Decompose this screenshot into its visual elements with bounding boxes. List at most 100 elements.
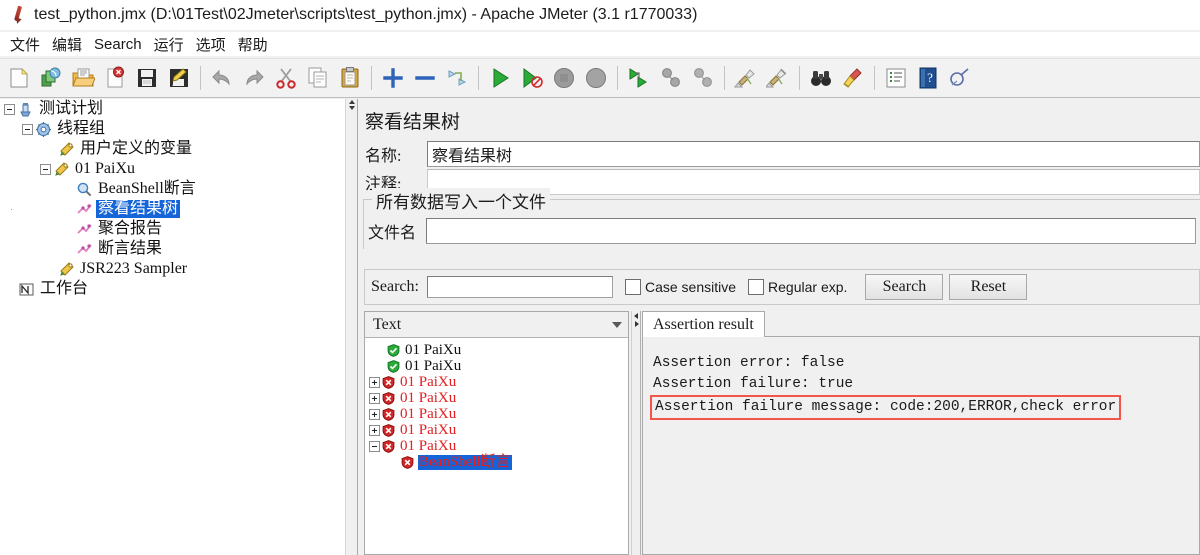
result-item[interactable]: 01 PaiXu xyxy=(369,438,628,454)
clear-icon[interactable] xyxy=(731,63,761,93)
test-plan-icon xyxy=(17,101,34,118)
tree-node-user-defined-variables[interactable]: 用户定义的变量 xyxy=(0,139,345,159)
redo-icon[interactable] xyxy=(239,63,269,93)
toolbar-separator xyxy=(617,66,618,90)
result-item[interactable]: 01 PaiXu xyxy=(369,342,628,358)
menu-help[interactable]: 帮助 xyxy=(232,32,274,57)
search-button[interactable]: Search xyxy=(865,274,944,300)
result-item-label: BeanShell断言 xyxy=(418,453,512,470)
save-as-icon[interactable] xyxy=(164,63,194,93)
case-sensitive-checkbox-wrap[interactable]: Case sensitive xyxy=(624,279,736,295)
tree-toggle-collapse-icon[interactable] xyxy=(40,163,51,175)
result-item-label: 01 PaiXu xyxy=(400,373,457,390)
result-item[interactable]: 01 PaiXu xyxy=(369,406,628,422)
copy-icon[interactable] xyxy=(303,63,333,93)
remote-stop-all-icon[interactable] xyxy=(656,63,686,93)
function-helper-icon[interactable] xyxy=(881,63,911,93)
name-input[interactable] xyxy=(427,141,1200,167)
tree-node-thread-group[interactable]: 线程组 xyxy=(0,119,345,139)
results-tree-panel[interactable]: Text 01 PaiXu 01 PaiXu 01 PaiXu 01 PaiXu… xyxy=(364,311,629,555)
results-splitter[interactable] xyxy=(631,311,641,555)
search-icon[interactable] xyxy=(806,63,836,93)
splitter-collapse-right-icon[interactable] xyxy=(635,321,639,327)
splitter-expand-left-icon[interactable] xyxy=(349,100,355,104)
menu-edit[interactable]: 编辑 xyxy=(46,32,88,57)
cut-icon[interactable] xyxy=(271,63,301,93)
assertion-line: Assertion failure: true xyxy=(653,376,854,392)
menu-file[interactable]: 文件 xyxy=(4,32,46,57)
search-reset-icon[interactable] xyxy=(838,63,868,93)
toolbar-separator xyxy=(478,66,479,90)
chevron-down-icon[interactable] xyxy=(612,321,622,328)
listener-icon xyxy=(76,201,93,218)
result-item[interactable]: BeanShell断言 xyxy=(369,454,628,470)
shutdown-icon[interactable] xyxy=(581,63,611,93)
tree-node-label: BeanShell断言 xyxy=(98,180,196,197)
tree-toggle-expand-icon[interactable] xyxy=(369,408,380,420)
help-icon[interactable]: ? xyxy=(913,63,943,93)
sampler-icon xyxy=(58,261,75,278)
close-icon[interactable] xyxy=(100,63,130,93)
toolbar: ? xyxy=(0,58,1200,98)
regular-exp-checkbox-wrap[interactable]: Regular exp. xyxy=(748,279,847,295)
tree-toggle-expand-icon[interactable] xyxy=(369,392,380,404)
tree-node-jsr223-sampler[interactable]: JSR223 Sampler xyxy=(0,259,345,279)
expand-all-icon[interactable] xyxy=(378,63,408,93)
tree-node-beanshell-assertion[interactable]: BeanShell断言 xyxy=(0,179,345,199)
undo-icon[interactable] xyxy=(207,63,237,93)
remote-shutdown-all-icon[interactable] xyxy=(688,63,718,93)
start-icon[interactable] xyxy=(485,63,515,93)
tree-node-workbench[interactable]: 工作台 xyxy=(0,279,345,299)
open-icon[interactable] xyxy=(68,63,98,93)
listener-icon xyxy=(76,241,93,258)
results-tree[interactable]: 01 PaiXu 01 PaiXu 01 PaiXu 01 PaiXu 01 P… xyxy=(365,338,628,554)
result-item[interactable]: 01 PaiXu xyxy=(369,422,628,438)
test-plan-tree[interactable]: 测试计划 线程组 用户定义的变量 01 PaiXu BeanShell断言 察看… xyxy=(0,99,345,555)
tree-toggle-collapse-icon[interactable] xyxy=(4,103,15,115)
reset-button[interactable]: Reset xyxy=(949,274,1028,300)
new-icon[interactable] xyxy=(4,63,34,93)
collapse-all-icon[interactable] xyxy=(410,63,440,93)
toggle-icon[interactable] xyxy=(442,63,472,93)
tree-toggle-collapse-icon[interactable] xyxy=(22,123,33,135)
save-icon[interactable] xyxy=(132,63,162,93)
result-item[interactable]: 01 PaiXu xyxy=(369,374,628,390)
sampler-icon xyxy=(53,161,70,178)
menu-run[interactable]: 运行 xyxy=(148,32,190,57)
tree-node-assertion-results[interactable]: 断言结果 xyxy=(0,239,345,259)
log-viewer-icon[interactable] xyxy=(945,63,975,93)
tree-toggle-collapse-icon[interactable] xyxy=(369,440,380,452)
regular-exp-label: Regular exp. xyxy=(768,279,848,295)
renderer-selected-value: Text xyxy=(373,315,402,333)
assertion-result-body: Assertion error: false Assertion failure… xyxy=(642,337,1200,555)
splitter-expand-right-icon[interactable] xyxy=(349,106,355,110)
splitter-collapse-left-icon[interactable] xyxy=(634,313,638,319)
tree-toggle-expand-icon[interactable] xyxy=(369,424,380,436)
result-item[interactable]: 01 PaiXu xyxy=(369,390,628,406)
stop-icon[interactable] xyxy=(549,63,579,93)
remote-start-all-icon[interactable] xyxy=(624,63,654,93)
tree-toggle-expand-icon[interactable] xyxy=(369,376,380,388)
toolbar-separator xyxy=(371,66,372,90)
regular-exp-checkbox[interactable] xyxy=(748,279,765,295)
search-bar: Search: Case sensitive Regular exp. Sear… xyxy=(364,269,1200,305)
case-sensitive-checkbox[interactable] xyxy=(624,279,641,295)
search-input[interactable] xyxy=(426,276,613,298)
toolbar-separator xyxy=(200,66,201,90)
start-no-pauses-icon[interactable] xyxy=(517,63,547,93)
menu-search[interactable]: Search xyxy=(88,34,148,55)
renderer-combobox[interactable]: Text xyxy=(365,312,628,338)
menu-options[interactable]: 选项 xyxy=(190,32,232,57)
result-item-label: 01 PaiXu xyxy=(405,357,462,374)
tree-node-sampler-01-paixu[interactable]: 01 PaiXu xyxy=(0,159,345,179)
tree-node-test-plan[interactable]: 测试计划 xyxy=(0,99,345,119)
tab-assertion-result[interactable]: Assertion result xyxy=(642,311,765,337)
filename-input[interactable] xyxy=(426,218,1196,244)
clear-all-icon[interactable] xyxy=(763,63,793,93)
result-item[interactable]: 01 PaiXu xyxy=(369,358,628,374)
paste-icon[interactable] xyxy=(335,63,365,93)
tree-node-aggregate-report[interactable]: 聚合报告 xyxy=(0,219,345,239)
main-splitter[interactable] xyxy=(345,99,358,555)
templates-icon[interactable] xyxy=(36,63,66,93)
tree-node-view-results-tree[interactable]: 察看结果树 xyxy=(0,199,345,219)
